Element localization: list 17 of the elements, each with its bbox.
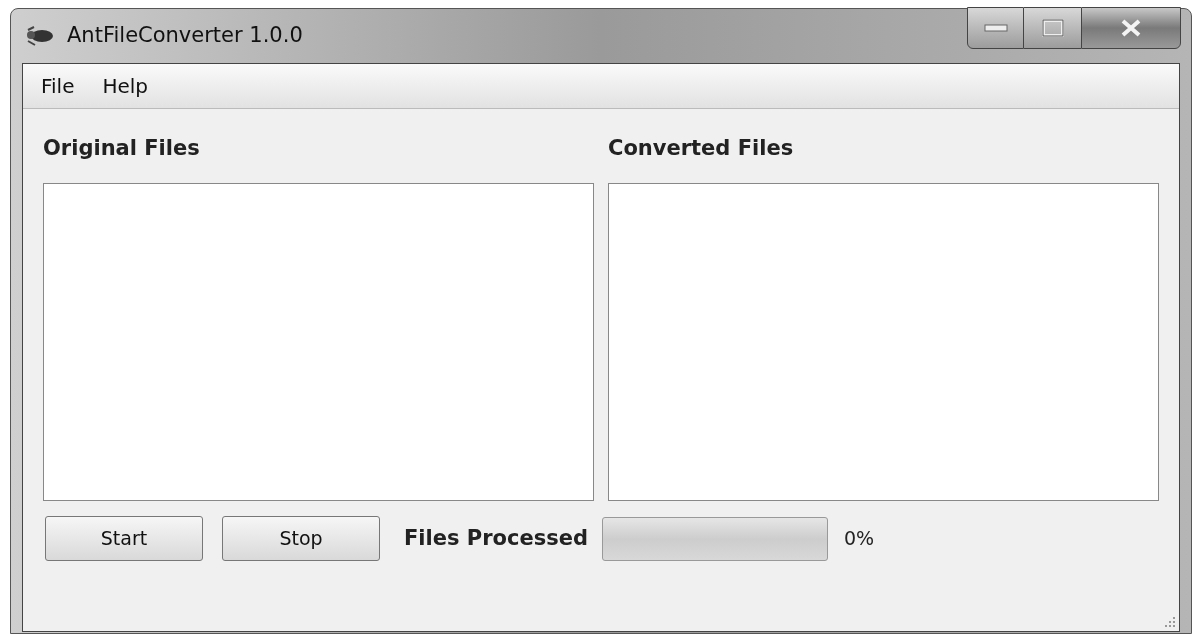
resize-grip-icon (1164, 616, 1176, 628)
ant-icon (25, 25, 55, 47)
window-title: AntFileConverter 1.0.0 (67, 22, 303, 50)
panel-heading: Original Files (43, 135, 201, 162)
action-button[interactable]: Stop (222, 516, 380, 561)
action-button[interactable]: Start (45, 516, 203, 561)
close-icon (1120, 19, 1142, 37)
menu-item[interactable]: Help (92, 71, 159, 101)
minimize-icon (983, 24, 1008, 32)
progress-label: Files Processed (404, 524, 588, 552)
maximize-icon (1041, 19, 1064, 37)
menu-item[interactable]: File (31, 71, 85, 101)
close-button[interactable] (1081, 7, 1181, 49)
panel-heading: Converted Files (608, 135, 795, 162)
maximize-button[interactable] (1024, 7, 1081, 49)
minimize-button[interactable] (967, 7, 1024, 49)
progress-percent: 0% (843, 526, 875, 552)
